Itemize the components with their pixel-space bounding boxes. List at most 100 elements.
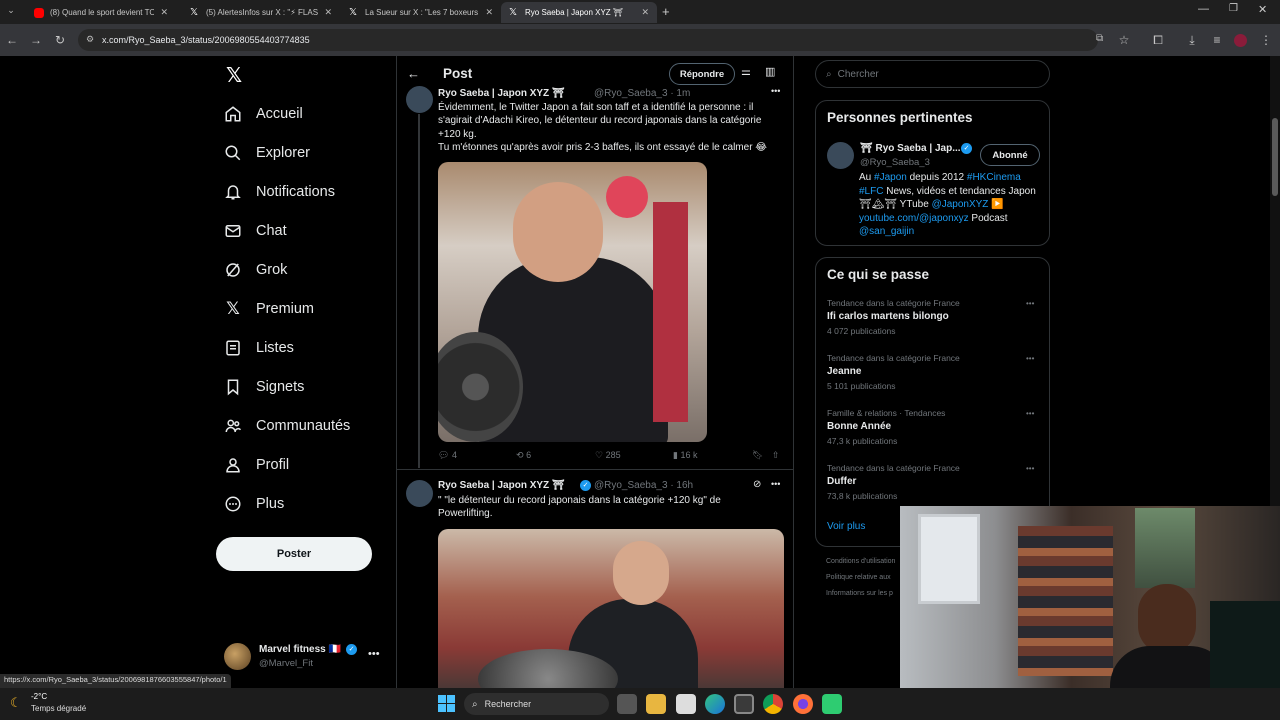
sidebar-item-label: Communautés [256,418,351,434]
tweet[interactable]: Ryo Saeba | Japon XYZ ⛩ ✓ @Ryo_Saeba_3 ·… [397,470,793,688]
weather-icon[interactable]: ☾ [10,695,22,711]
trend-item[interactable]: Famille & relations · Tendances Bonne An… [816,404,1049,454]
menu-icon[interactable]: ⋮ [1256,30,1276,50]
close-tab-icon[interactable]: ✕ [485,7,493,18]
footer-link[interactable]: Informations sur les p [826,590,893,597]
media-icon[interactable]: ≡ [1207,30,1227,50]
avatar[interactable] [827,142,854,169]
reload-icon[interactable]: ↻ [50,30,70,50]
sidebar-item-accueil[interactable]: Accueil [222,100,303,128]
browser-tab[interactable]: 𝕏 (5) AlertesInfos sur X : "⚡ FLAS ✕ [182,2,340,23]
app-icon[interactable] [822,694,842,714]
minimize-icon[interactable]: — [1198,3,1209,15]
grok-icon[interactable]: ⊘ [753,479,761,490]
forward-icon[interactable]: → [26,30,46,50]
profile-avatar[interactable] [1234,34,1247,47]
mention-link[interactable]: @san_gaijin [859,226,914,237]
sidebar-item-explorer[interactable]: Explorer [222,139,310,167]
like-action[interactable]: ♡ 285 [595,450,621,461]
x-logo-icon[interactable]: 𝕏 [222,64,246,88]
more-icon[interactable]: ••• [368,648,380,660]
profile-name[interactable]: ⛩ Ryo Saeba | Jap... [860,143,961,154]
trend-item[interactable]: Tendance dans la catégorie France Ifi ca… [816,294,1049,344]
post-button[interactable]: Poster [216,537,372,571]
file-explorer-icon[interactable] [646,694,666,714]
close-tab-icon[interactable]: ✕ [160,7,168,18]
reply-button[interactable]: Répondre [669,63,735,85]
back-arrow-icon[interactable]: ← [407,66,420,81]
x-logo-icon: 𝕏 [190,6,199,18]
trend-more-icon[interactable]: ••• [1026,354,1034,363]
reader-icon[interactable]: ▥ [765,65,775,78]
close-tab-icon[interactable]: ✕ [641,7,649,18]
chrome-icon[interactable] [763,694,783,714]
footer-link[interactable]: Conditions d'utilisation [826,558,895,565]
sidebar-item-signets[interactable]: Signets [222,373,304,401]
firefox-icon[interactable] [793,694,813,714]
hashtag-link[interactable]: #HKCinema [967,172,1021,183]
close-window-icon[interactable]: ✕ [1258,3,1267,16]
hashtag-link[interactable]: #LFC [859,186,883,197]
tweet-handle: @Ryo_Saeba_3 · 1m [594,88,691,99]
reply-action[interactable]: 💬︎ 4 [438,450,457,461]
trend-more-icon[interactable]: ••• [1026,409,1034,418]
download-icon[interactable]: ⤓ [1182,30,1202,50]
hashtag-link[interactable]: #Japon [874,172,907,183]
site-info-icon[interactable]: ⚙ [86,34,94,45]
task-view-icon[interactable] [617,694,637,714]
tweet[interactable]: Ryo Saeba | Japon XYZ ⛩ @Ryo_Saeba_3 · 1… [397,86,793,468]
browser-tab-active[interactable]: 𝕏 Ryo Saeba | Japon XYZ ⛩ ✕ [501,2,657,23]
install-icon[interactable]: ⧉ [1096,33,1103,44]
restore-icon[interactable]: ❐ [1229,3,1238,14]
weather-temp[interactable]: -2°C [31,692,47,701]
extensions-icon[interactable]: ⧠ [1148,30,1168,50]
start-icon[interactable] [438,695,455,712]
see-more-link[interactable]: Voir plus [827,521,865,532]
bio-text: Podcast [968,212,1008,224]
sidebar-item-profil[interactable]: Profil [222,451,289,479]
tab-search-icon[interactable]: ⌄ [4,5,18,19]
sidebar-item-label: Explorer [256,145,310,161]
repost-action[interactable]: ⟲ 6 [516,450,531,461]
trend-more-icon[interactable]: ••• [1026,464,1034,473]
bookmark-icon[interactable]: 🔖︎ [752,450,763,461]
footer-link[interactable]: Politique relative aux [826,574,891,581]
share-icon[interactable]: ⇧ [772,450,780,461]
store-icon[interactable] [734,694,754,714]
scrollbar-thumb[interactable] [1272,118,1278,196]
browser-tab[interactable]: 𝕏 La Sueur sur X : "Les 7 boxeurs ✕ [341,2,501,23]
follow-button[interactable]: Abonné [980,144,1040,166]
tweet-more-icon[interactable]: ••• [771,86,780,96]
tweet-photo[interactable] [438,529,784,688]
bookmark-star-icon[interactable]: ☆ [1114,30,1134,50]
sidebar-item-plus[interactable]: Plus [222,490,284,518]
sidebar-item-listes[interactable]: Listes [222,334,294,362]
tweet-more-icon[interactable]: ••• [771,479,780,489]
sidebar-item-grok[interactable]: Grok [222,256,287,284]
back-icon[interactable]: ← [2,30,22,50]
trend-item[interactable]: Tendance dans la catégorie France Duffer… [816,459,1049,509]
close-tab-icon[interactable]: ✕ [324,7,332,18]
new-tab-button[interactable]: + [662,4,670,19]
taskbar-search[interactable]: ⌕ Rechercher [464,693,609,715]
weather-desc[interactable]: Temps dégradé [31,704,86,713]
trend-count: 73,8 k publications [827,491,898,501]
search-box[interactable]: ⌕ Chercher [815,60,1050,88]
views-action[interactable]: ▮ 16 k [673,450,697,461]
account-switcher[interactable]: Marvel fitness 🇫🇷 ✓ @Marvel_Fit ••• [224,642,384,672]
mention-link[interactable]: @JaponXYZ [932,199,989,210]
sidebar-item-premium[interactable]: 𝕏 Premium [222,295,314,323]
webcam-overlay [900,506,1280,688]
trend-more-icon[interactable]: ••• [1026,299,1034,308]
filter-icon[interactable]: ⚌ [741,65,751,78]
edge-icon[interactable] [705,694,725,714]
url-link[interactable]: youtube.com/@japonxyz [859,213,969,224]
sidebar-item-notifications[interactable]: Notifications [222,178,335,206]
browser-tab[interactable]: (8) Quand le sport devient TOX ✕ [26,2,176,23]
trend-item[interactable]: Tendance dans la catégorie France Jeanne… [816,349,1049,399]
notepad-icon[interactable] [676,694,696,714]
sidebar-item-communautes[interactable]: Communautés [222,412,350,440]
address-bar[interactable]: ⚙ x.com/Ryo_Saeba_3/status/2006980554403… [78,29,1103,51]
sidebar-item-chat[interactable]: Chat [222,217,287,245]
tweet-photo[interactable] [438,162,707,442]
